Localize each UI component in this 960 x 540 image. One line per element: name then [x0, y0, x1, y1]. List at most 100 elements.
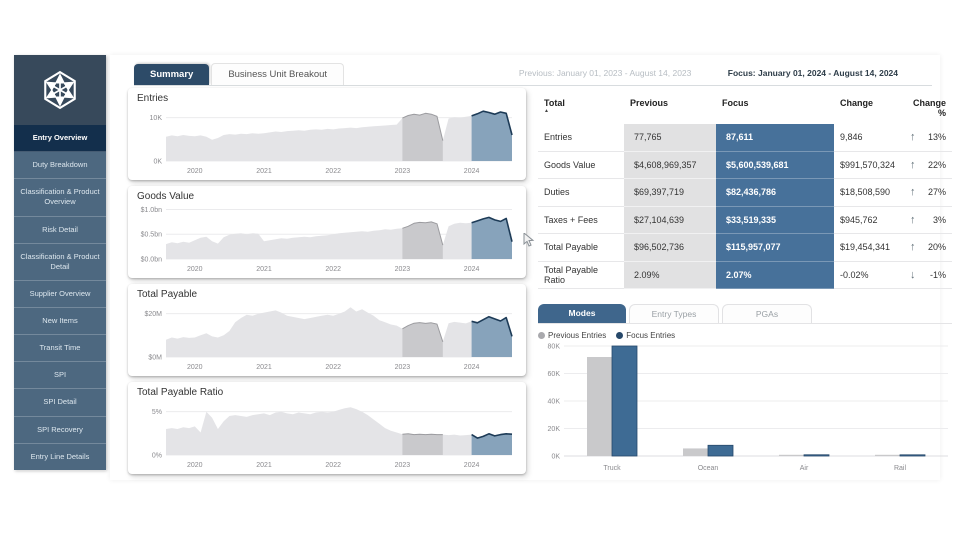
legend-item-previous[interactable]: Previous Entries	[538, 331, 606, 340]
sidebar: Entry OverviewDuty BreakdownClassificati…	[14, 55, 106, 470]
tab-divider	[134, 85, 932, 86]
table-row-total-payable-ratio[interactable]: Total Payable Ratio2.09%2.07%-0.02%↓-1%	[538, 262, 952, 290]
focus-value: 2.07%	[716, 262, 834, 290]
total-payable-ratio-trend-card: Total Payable Ratio 5%0%2020202120222023…	[128, 382, 526, 474]
arrow-up-icon: ↑	[910, 131, 916, 143]
svg-text:$0.0bn: $0.0bn	[141, 257, 163, 264]
sidebar-item-risk-detail[interactable]: Risk Detail	[14, 217, 106, 244]
goods-value-trend-card: Goods Value $1.0bn$0.5bn$0.0bn2020202120…	[128, 186, 526, 278]
entries-trend-card: Entries 10K0K20202021202220232024	[128, 88, 526, 180]
table-row-goods-value[interactable]: Goods Value$4,608,969,357$5,600,539,681$…	[538, 152, 952, 180]
summary-table-body: Entries77,76587,6119,846↑13%Goods Value$…	[538, 124, 952, 289]
metric-name: Taxes + Fees	[538, 207, 624, 235]
svg-text:Air: Air	[800, 465, 809, 472]
svg-text:60K: 60K	[548, 371, 561, 378]
focus-value: $33,519,335	[716, 207, 834, 235]
col-header-change[interactable]: Change	[834, 95, 904, 124]
svg-text:Ocean: Ocean	[698, 465, 719, 472]
svg-text:2024: 2024	[464, 462, 480, 469]
tab-summary[interactable]: Summary	[134, 64, 209, 85]
sidebar-item-classification-product-overview[interactable]: Classification & Product Overview	[14, 179, 106, 216]
col-header-change-pct[interactable]: Change %	[904, 95, 952, 124]
arrow-up-icon: ↑	[910, 159, 916, 171]
sidebar-item-entry-line-details[interactable]: Entry Line Details	[14, 444, 106, 471]
svg-text:20K: 20K	[548, 426, 561, 433]
table-row-entries[interactable]: Entries77,76587,6119,846↑13%	[538, 124, 952, 152]
sidebar-item-transit-time[interactable]: Transit Time	[14, 335, 106, 362]
sidebar-item-classification-product-detail[interactable]: Classification & Product Detail	[14, 244, 106, 281]
change-value: $19,454,341	[834, 234, 904, 262]
col-header-previous[interactable]: Previous	[624, 95, 716, 124]
svg-text:2021: 2021	[256, 462, 272, 469]
change-pct-value: 27%	[928, 187, 946, 197]
metric-name: Total Payable Ratio	[538, 262, 624, 290]
svg-text:2024: 2024	[464, 168, 480, 175]
arrow-up-icon: ↑	[910, 241, 916, 253]
change-value: $18,508,590	[834, 179, 904, 207]
previous-date-range: Previous: January 01, 2023 - August 14, …	[519, 68, 691, 78]
table-row-taxes-fees[interactable]: Taxes + Fees$27,104,639$33,519,335$945,7…	[538, 207, 952, 235]
sidebar-item-spi[interactable]: SPI	[14, 362, 106, 389]
focus-value: $82,436,786	[716, 179, 834, 207]
tab-business-unit-breakout[interactable]: Business Unit Breakout	[211, 63, 344, 85]
svg-text:2022: 2022	[325, 462, 341, 469]
sidebar-item-entry-overview[interactable]: Entry Overview	[14, 125, 106, 152]
svg-text:0K: 0K	[551, 454, 560, 461]
report-tabs: Summary Business Unit Breakout	[134, 63, 346, 85]
svg-text:5%: 5%	[152, 409, 162, 416]
summary-table-header: Total ▲ Previous Focus Change Change %	[538, 95, 952, 124]
entries-by-mode-bar-chart[interactable]: 80K60K40K20K0KTruckOceanAirRail	[538, 342, 952, 478]
sidebar-item-new-items[interactable]: New Items	[14, 308, 106, 335]
change-pct-cell: ↑ 3%	[904, 207, 952, 235]
svg-text:2020: 2020	[187, 266, 203, 273]
arrow-up-icon: ↑	[910, 214, 916, 226]
metric-name: Total Payable	[538, 234, 624, 262]
svg-text:2020: 2020	[187, 168, 203, 175]
change-pct-value: 3%	[933, 215, 946, 225]
change-value: -0.02%	[834, 262, 904, 290]
trend-charts-column: Entries 10K0K20202021202220232024 Goods …	[128, 88, 526, 480]
sidebar-item-supplier-overview[interactable]: Supplier Overview	[14, 281, 106, 308]
svg-text:2023: 2023	[395, 364, 411, 371]
sort-ascending-icon[interactable]: ▲	[544, 110, 618, 113]
chart-title: Goods Value	[137, 191, 518, 202]
svg-text:0%: 0%	[152, 453, 162, 460]
svg-text:$0M: $0M	[148, 355, 162, 362]
arrow-down-icon: ↓	[910, 269, 916, 281]
breakdown-tab-pgas[interactable]: PGAs	[722, 304, 812, 323]
chart-title: Total Payable	[137, 289, 518, 300]
breakdown-tab-modes[interactable]: Modes	[538, 304, 626, 323]
svg-text:2023: 2023	[395, 462, 411, 469]
legend-label: Focus Entries	[626, 331, 675, 340]
sidebar-item-spi-detail[interactable]: SPI Detail	[14, 389, 106, 416]
chart-title: Total Payable Ratio	[137, 387, 518, 398]
previous-value: 2.09%	[624, 262, 716, 290]
legend-item-focus[interactable]: Focus Entries	[616, 331, 675, 340]
breakdown-tab-entry-types[interactable]: Entry Types	[629, 304, 719, 323]
bar-chart-legend: Previous Entries Focus Entries	[538, 331, 952, 340]
svg-text:Truck: Truck	[603, 465, 621, 472]
app-logo	[14, 55, 106, 125]
change-pct-cell: ↑27%	[904, 179, 952, 207]
table-row-total-payable[interactable]: Total Payable$96,502,736$115,957,077$19,…	[538, 234, 952, 262]
change-pct-value: 13%	[928, 132, 946, 142]
sidebar-nav: Entry OverviewDuty BreakdownClassificati…	[14, 125, 106, 471]
goods-value-area-chart[interactable]: $1.0bn$0.5bn$0.0bn20202021202220232024	[136, 203, 516, 275]
table-row-duties[interactable]: Duties$69,397,719$82,436,786$18,508,590↑…	[538, 179, 952, 207]
col-header-total[interactable]: Total ▲	[538, 95, 624, 124]
previous-value: $96,502,736	[624, 234, 716, 262]
mouse-cursor	[523, 233, 535, 247]
sidebar-item-duty-breakdown[interactable]: Duty Breakdown	[14, 152, 106, 179]
svg-text:2022: 2022	[325, 266, 341, 273]
sidebar-item-spi-recovery[interactable]: SPI Recovery	[14, 417, 106, 444]
svg-text:2021: 2021	[256, 364, 272, 371]
svg-text:2022: 2022	[325, 364, 341, 371]
entries-area-chart[interactable]: 10K0K20202021202220232024	[136, 105, 516, 177]
change-pct-value: 20%	[928, 242, 946, 252]
col-header-focus[interactable]: Focus	[716, 95, 834, 124]
breakdown-tabs: ModesEntry TypesPGAs	[538, 304, 952, 324]
total-payable-ratio-area-chart[interactable]: 5%0%20202021202220232024	[136, 399, 516, 471]
total-payable-area-chart[interactable]: $20M$0M20202021202220232024	[136, 301, 516, 373]
svg-text:$20M: $20M	[144, 311, 162, 318]
change-pct-cell: ↑ 20%	[904, 234, 952, 262]
